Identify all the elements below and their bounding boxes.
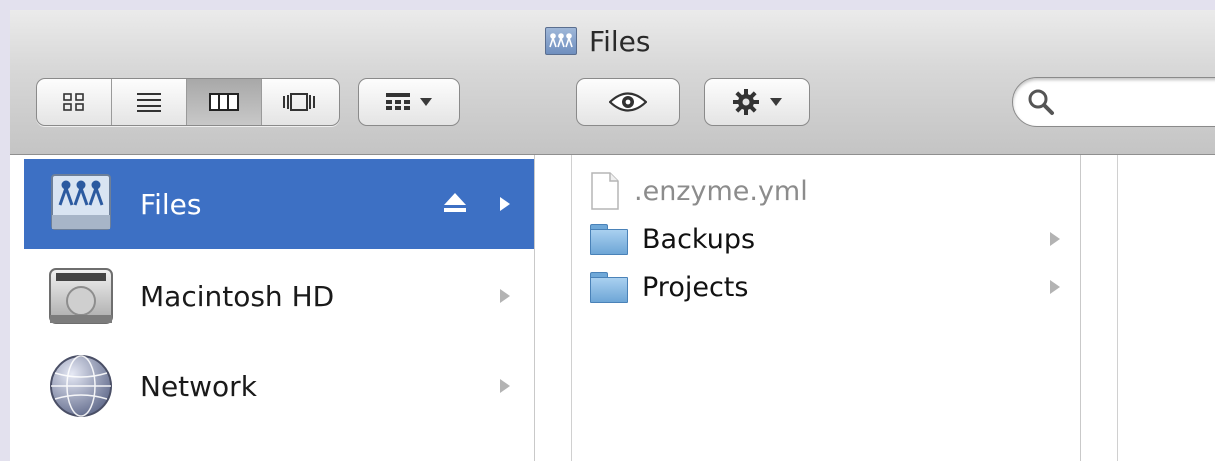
file-name: .enzyme.yml bbox=[634, 175, 808, 207]
column-divider bbox=[535, 155, 572, 461]
toolbar: Files bbox=[10, 10, 1215, 155]
sidebar-item-label: Network bbox=[140, 369, 257, 403]
column-divider bbox=[1081, 155, 1118, 461]
globe-icon bbox=[46, 351, 116, 421]
list-view-button[interactable] bbox=[112, 79, 187, 125]
cover-flow-icon bbox=[283, 93, 315, 111]
view-mode-control bbox=[36, 78, 340, 126]
disclosure-arrow-icon bbox=[1050, 280, 1060, 294]
quick-look-button[interactable] bbox=[576, 78, 680, 126]
finder-window: Files Files Macintosh HD Network .enzyme… bbox=[10, 10, 1215, 461]
sidebar-item-label: Files bbox=[140, 187, 202, 221]
list-item-enzyme-yml[interactable]: .enzyme.yml bbox=[590, 169, 1070, 213]
search-field[interactable] bbox=[1012, 77, 1215, 127]
cover-flow-view-button[interactable] bbox=[262, 79, 336, 125]
file-column: .enzyme.yml Backups Projects bbox=[572, 155, 1081, 461]
sidebar-item-macintosh-hd[interactable]: Macintosh HD bbox=[24, 251, 534, 341]
icon-view-button[interactable] bbox=[37, 79, 112, 125]
network-share-icon bbox=[545, 27, 577, 55]
disclosure-arrow-icon bbox=[500, 379, 510, 393]
window-title-text: Files bbox=[589, 24, 651, 58]
chevron-down-icon bbox=[770, 98, 782, 106]
file-name: Projects bbox=[642, 271, 749, 303]
column-view-icon bbox=[209, 93, 239, 111]
arrange-grid-icon bbox=[386, 93, 410, 110]
column-view-button[interactable] bbox=[187, 79, 262, 125]
eject-icon[interactable] bbox=[444, 193, 466, 213]
file-name: Backups bbox=[642, 223, 756, 255]
window-title: Files bbox=[545, 24, 650, 58]
sidebar-item-label: Macintosh HD bbox=[140, 279, 335, 313]
folder-icon bbox=[590, 224, 628, 255]
gear-icon bbox=[733, 89, 759, 115]
folder-icon bbox=[590, 272, 628, 303]
action-menu-button[interactable] bbox=[704, 78, 810, 126]
list-view-icon bbox=[137, 93, 161, 112]
disclosure-arrow-icon bbox=[500, 197, 510, 211]
icon-view-icon bbox=[63, 93, 84, 111]
document-icon bbox=[590, 172, 620, 210]
disclosure-arrow-icon bbox=[500, 289, 510, 303]
arrange-menu-button[interactable] bbox=[358, 78, 460, 126]
chevron-down-icon bbox=[420, 98, 432, 106]
hard-drive-icon bbox=[46, 261, 116, 331]
sidebar-item-network[interactable]: Network bbox=[24, 341, 534, 431]
empty-column bbox=[1118, 155, 1215, 461]
list-item-projects[interactable]: Projects bbox=[590, 265, 1070, 309]
eye-icon bbox=[609, 92, 647, 112]
sidebar-item-files[interactable]: Files bbox=[24, 159, 534, 249]
search-icon bbox=[1028, 89, 1054, 115]
list-item-backups[interactable]: Backups bbox=[590, 217, 1070, 261]
disclosure-arrow-icon bbox=[1050, 232, 1060, 246]
network-share-icon bbox=[46, 169, 116, 239]
sidebar: Files Macintosh HD Network bbox=[10, 155, 535, 461]
